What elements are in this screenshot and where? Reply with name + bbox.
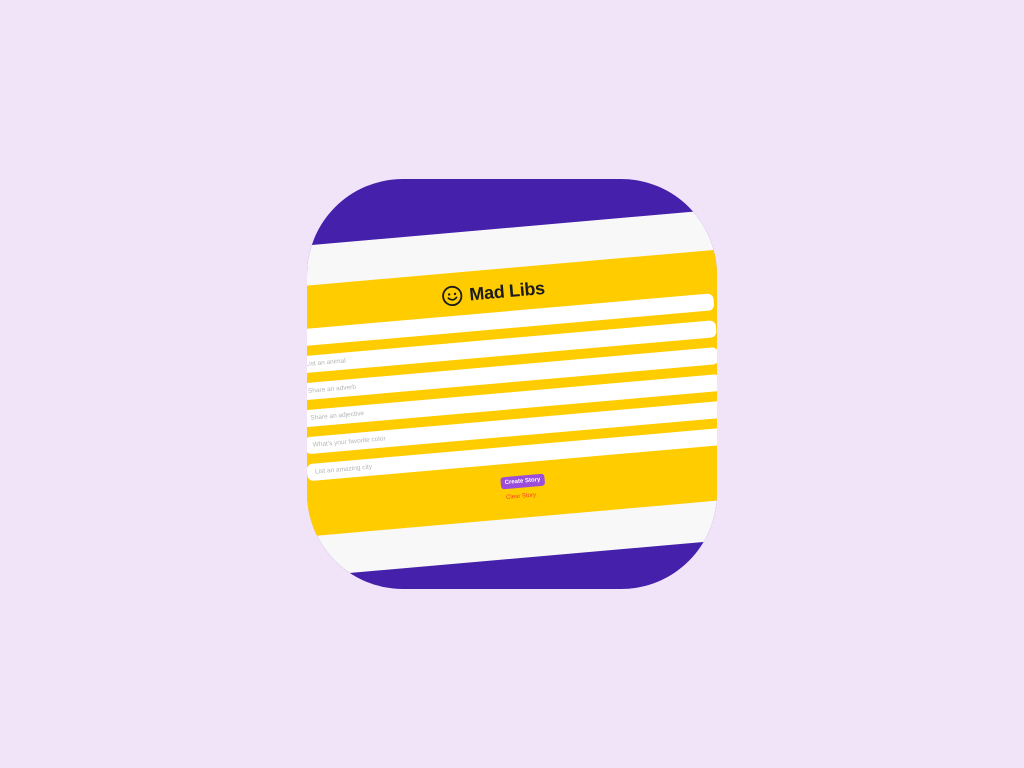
page-title: Mad Libs xyxy=(468,277,546,304)
clear-story-button[interactable]: Clear Story xyxy=(506,492,536,501)
form-panel: Mad Libs Create Story Clear Story xyxy=(307,248,717,540)
smiley-face-icon xyxy=(442,285,463,307)
create-story-button[interactable]: Create Story xyxy=(500,473,545,490)
app-icon-frame: Mad Libs Create Story Clear Story xyxy=(307,179,717,589)
app-screen: Mad Libs Create Story Clear Story xyxy=(307,209,717,579)
